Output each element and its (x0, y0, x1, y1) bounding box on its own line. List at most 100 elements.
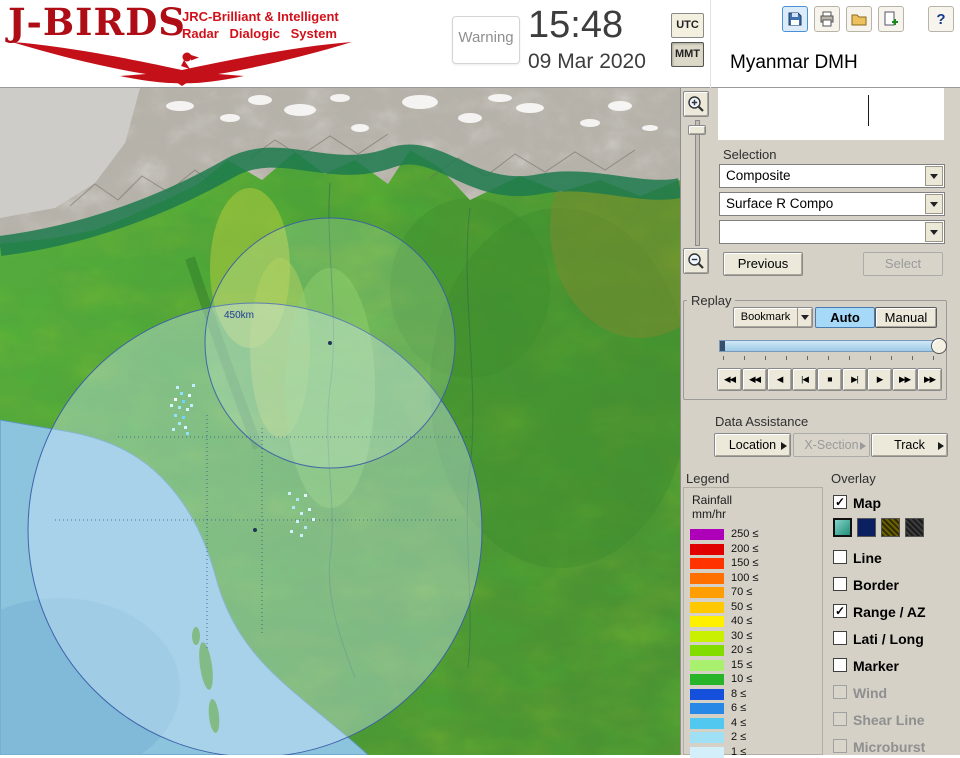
legend-value: 2 ≤ (731, 731, 747, 743)
zoom-in-icon (688, 96, 704, 112)
legend-row: 1 ≤ (690, 745, 818, 758)
overlay-row-microburst: Microburst (833, 739, 959, 757)
legend-value: 150 ≤ (731, 557, 759, 569)
fast-rewind-button[interactable]: ◀◀ (742, 368, 767, 391)
clock-time: 15:48 (528, 4, 624, 46)
overlay-row-wind: Wind (833, 685, 959, 703)
play-button[interactable]: ▶ (867, 368, 892, 391)
warning-button[interactable]: Warning (452, 16, 520, 64)
zoom-slider-track[interactable] (695, 120, 700, 246)
replay-slider-ticks (723, 356, 941, 360)
zoom-slider[interactable] (687, 120, 707, 246)
checkbox (833, 631, 847, 645)
legend-color-swatch (690, 659, 724, 671)
option-dropdown-button[interactable] (925, 222, 943, 242)
legend-row: 8 ≤ (690, 688, 818, 700)
zoom-slider-thumb[interactable] (688, 125, 706, 135)
legend-value: 70 ≤ (731, 586, 753, 598)
chevron-down-icon (930, 201, 938, 211)
export-button[interactable] (878, 6, 904, 32)
range-ring-label: 450km (224, 310, 254, 321)
select-button: Select (863, 252, 943, 276)
x-section-button-label: X-Section (804, 438, 859, 452)
radar-map[interactable]: 450km (0, 88, 680, 755)
terrain-map-canvas: 450km (0, 88, 680, 755)
map-style-dark-swatch[interactable] (905, 518, 924, 537)
legend-value: 250 ≤ (731, 528, 759, 540)
legend-value: 40 ≤ (731, 615, 753, 627)
app-logo-subtitle-1: JRC-Brilliant & Intelligent (182, 9, 339, 24)
replay-slider-thumb[interactable] (931, 338, 947, 354)
submenu-arrow-icon (860, 442, 866, 450)
legend-row: 6 ≤ (690, 703, 818, 714)
overlay-item-label: Border (853, 577, 899, 593)
option-dropdown[interactable] (719, 220, 945, 244)
checkbox (833, 550, 847, 564)
overlay-row-map[interactable]: ✓ Map (833, 495, 959, 513)
legend-value: 100 ≤ (731, 571, 759, 584)
playback-controls: ◀◀ ◀◀ ◀ |◀ ■ ▶| ▶ ▶▶ ▶▶ (717, 368, 945, 391)
checkbox (833, 658, 847, 672)
legend-color-swatch (690, 558, 724, 569)
previous-button[interactable]: Previous (723, 252, 803, 276)
legend-value: 1 ≤ (731, 745, 747, 758)
checkbox (833, 577, 847, 591)
product-dropdown-button[interactable] (925, 194, 943, 214)
legend-color-swatch (690, 703, 724, 714)
chevron-down-icon (930, 229, 938, 239)
legend-row: 4 ≤ (690, 717, 818, 729)
play-reverse-button[interactable]: ◀ (767, 368, 792, 391)
legend-color-swatch (690, 630, 724, 642)
map-style-terrain-swatch[interactable] (833, 518, 852, 537)
save-icon (788, 12, 802, 26)
checkbox (833, 685, 847, 699)
map-style-navy-swatch[interactable] (857, 518, 876, 537)
composite-dropdown-button[interactable] (925, 166, 943, 186)
overlay-row-marker[interactable]: Marker (833, 658, 959, 676)
overlay-item-label: Line (853, 550, 882, 566)
step-forward-button[interactable]: ▶| (842, 368, 867, 391)
overlay-row-border[interactable]: Border (833, 577, 959, 595)
legend-unit-line2: mm/hr (692, 507, 726, 521)
track-button[interactable]: Track (871, 433, 948, 457)
data-assistance-label: Data Assistance (715, 414, 809, 429)
skip-to-start-button[interactable]: ◀◀ (717, 368, 742, 391)
open-folder-button[interactable] (846, 6, 872, 32)
skip-to-end-button[interactable]: ▶▶ (917, 368, 942, 391)
print-button[interactable] (814, 6, 840, 32)
overlay-row-range-az[interactable]: ✓ Range / AZ (833, 604, 959, 622)
bookmark-button[interactable]: Bookmark (733, 307, 813, 328)
help-button[interactable]: ? (928, 6, 954, 32)
legend-color-swatch (690, 616, 724, 627)
auto-mode-button[interactable]: Auto (815, 307, 875, 328)
location-button[interactable]: Location (714, 433, 791, 457)
overlay-item-label: Wind (853, 685, 888, 701)
bookmark-dropdown-button[interactable] (797, 308, 812, 327)
selection-label: Selection (723, 147, 777, 162)
legend-value: 200 ≤ (731, 542, 759, 555)
station-input[interactable] (718, 88, 944, 140)
legend-row: 15 ≤ (690, 659, 818, 671)
step-back-button[interactable]: |◀ (792, 368, 817, 391)
organization-name: Myanmar DMH (730, 52, 858, 73)
mmt-toggle-button[interactable]: MMT (671, 42, 704, 67)
overlay-item-label: Shear Line (853, 712, 925, 728)
overlay-row-lati-long[interactable]: Lati / Long (833, 631, 959, 649)
legend-label: Legend (686, 471, 730, 486)
zoom-out-button[interactable] (683, 248, 709, 274)
product-dropdown[interactable]: Surface R Compo (719, 192, 945, 216)
checkbox (833, 712, 847, 726)
checkbox (833, 739, 847, 753)
stop-button[interactable]: ■ (817, 368, 842, 391)
composite-dropdown[interactable]: Composite (719, 164, 945, 188)
fast-forward-button[interactable]: ▶▶ (892, 368, 917, 391)
overlay-row-line[interactable]: Line (833, 550, 959, 568)
legend-row: 100 ≤ (690, 571, 818, 584)
utc-toggle-button[interactable]: UTC (671, 13, 704, 38)
map-style-olive-swatch[interactable] (881, 518, 900, 537)
replay-slider[interactable] (719, 338, 947, 354)
save-button[interactable] (782, 6, 808, 32)
manual-mode-button[interactable]: Manual (875, 307, 937, 328)
zoom-in-button[interactable] (683, 91, 709, 117)
legend-color-swatch (690, 746, 724, 758)
